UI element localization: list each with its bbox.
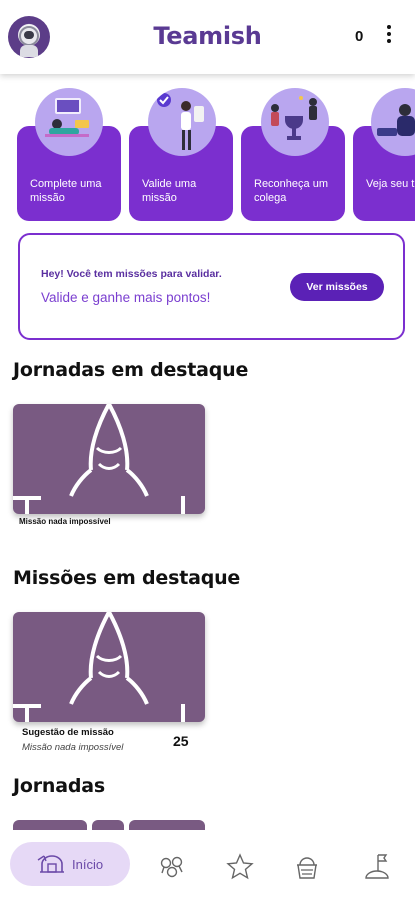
journey-card-peek[interactable]	[13, 820, 87, 830]
validate-illustration	[148, 88, 216, 156]
journey-card-peek[interactable]	[129, 820, 205, 830]
basket-icon[interactable]	[292, 852, 322, 882]
nav-home[interactable]: Início	[10, 842, 130, 886]
mission-illustration	[35, 88, 103, 156]
journey-thumbnail[interactable]	[13, 404, 205, 514]
card-label: Valide uma missão	[142, 178, 197, 204]
journeys-title: Jornadas	[13, 775, 105, 797]
home-icon	[37, 855, 64, 873]
card-label: Complete uma missão	[30, 178, 102, 204]
more-options-icon[interactable]	[383, 25, 395, 47]
rocket-logo-icon	[13, 404, 185, 514]
app-header: Teamish 0	[0, 0, 415, 74]
app-title: Teamish	[153, 22, 262, 50]
featured-missions-title: Missões em destaque	[13, 567, 241, 589]
rocket-logo-icon	[13, 612, 185, 722]
mission-type: Sugestão de missão	[22, 727, 114, 738]
mission-points: 25	[173, 733, 189, 749]
action-cards-carousel[interactable]: Complete uma missão Valide uma missão Re…	[0, 74, 415, 224]
points-counter: 0	[355, 28, 364, 45]
validation-banner: Hey! Você tem missões para validar. Vali…	[18, 233, 405, 340]
nav-home-label: Início	[72, 857, 104, 872]
journey-card-peek[interactable]	[92, 820, 124, 830]
view-missions-button[interactable]: Ver missões	[290, 273, 384, 301]
card-label: Veja seu t	[366, 178, 415, 190]
featured-journeys-title: Jornadas em destaque	[13, 359, 249, 381]
banner-subtitle: Valide e ganhe mais pontos!	[41, 290, 211, 305]
mission-name: Missão nada impossível	[22, 742, 124, 753]
star-icon[interactable]	[225, 852, 255, 882]
card-label: Reconheça um colega	[254, 178, 328, 204]
bottom-navigation: Início	[0, 830, 415, 900]
banner-title: Hey! Você tem missões para validar.	[41, 268, 222, 280]
achievements-icon[interactable]	[157, 852, 187, 882]
recognize-illustration	[261, 88, 329, 156]
journey-name: Missão nada impossível	[19, 517, 111, 526]
moon-flag-icon[interactable]	[362, 852, 392, 882]
mission-thumbnail[interactable]	[13, 612, 205, 722]
